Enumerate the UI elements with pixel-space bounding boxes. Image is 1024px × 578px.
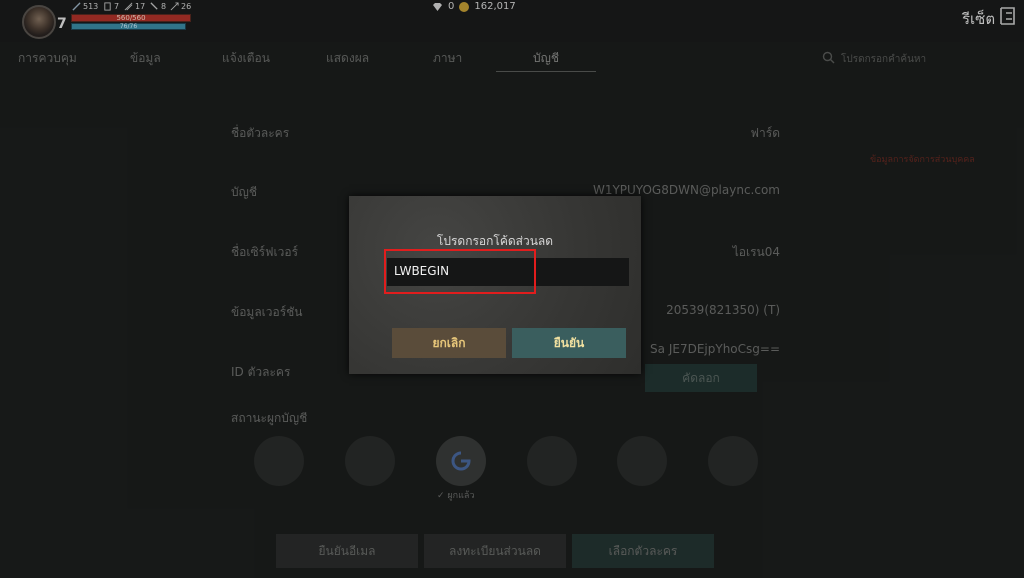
cancel-button[interactable]: ยกเลิก [392, 328, 506, 358]
highlight-box [384, 249, 536, 294]
coupon-dialog: โปรดกรอกโค้ดส่วนลด LWBEGIN ยกเลิก ยืนยัน [349, 196, 641, 374]
confirm-button[interactable]: ยืนยัน [512, 328, 626, 358]
